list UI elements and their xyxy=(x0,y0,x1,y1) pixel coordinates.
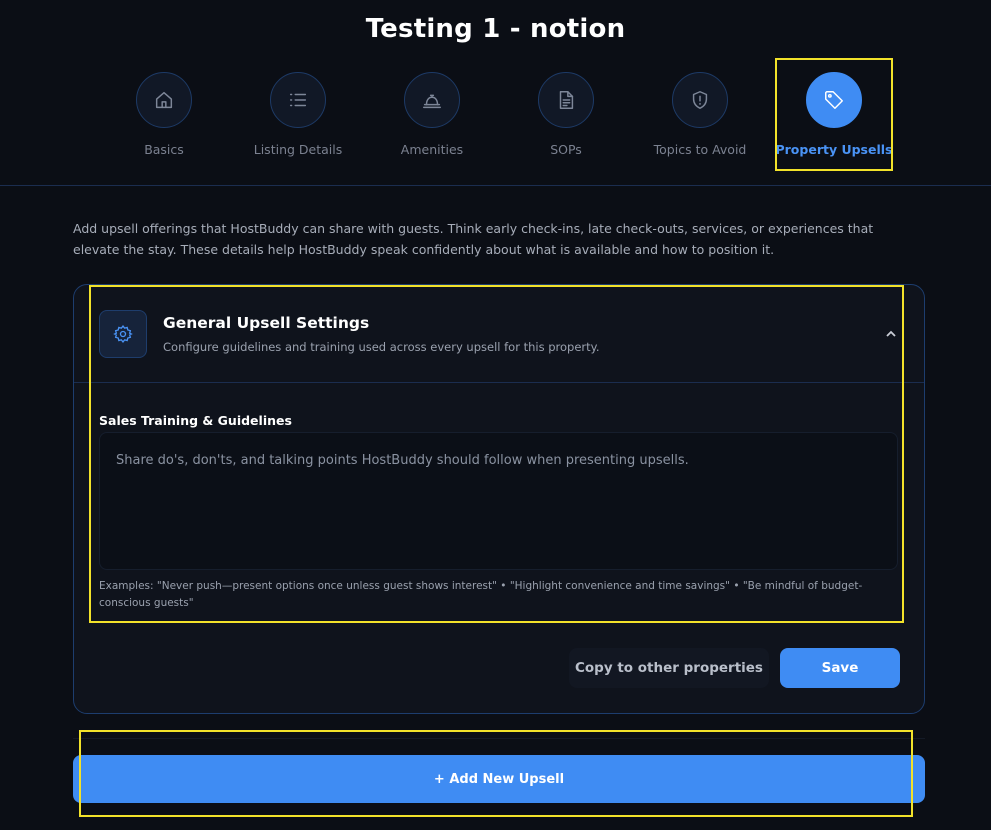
step-sops-label: SOPs xyxy=(550,142,582,157)
header-divider xyxy=(0,185,991,186)
highlight-box-add xyxy=(79,730,913,817)
bell-icon xyxy=(423,94,441,109)
document-icon xyxy=(559,91,574,109)
copy-to-other-properties-button[interactable]: Copy to other properties xyxy=(569,648,769,688)
highlight-box-settings xyxy=(89,285,904,623)
step-amenities-label: Amenities xyxy=(400,142,464,157)
highlight-box-step xyxy=(775,58,893,171)
intro-text: Add upsell offerings that HostBuddy can … xyxy=(73,221,874,257)
step-topics-circle xyxy=(672,72,728,128)
home-icon xyxy=(155,91,173,109)
shield-alert-icon xyxy=(692,91,708,109)
list-icon xyxy=(289,93,307,107)
page: Testing 1 - notion Basics Listing Detail… xyxy=(0,0,991,830)
general-upsell-settings-card: General Upsell Settings Configure guidel… xyxy=(73,284,925,714)
save-button[interactable]: Save xyxy=(780,648,900,688)
page-title: Testing 1 - notion xyxy=(365,14,626,44)
step-sops-circle xyxy=(538,72,594,128)
step-basics-label: Basics xyxy=(144,142,184,157)
step-basics[interactable]: Basics xyxy=(94,72,234,157)
step-listing-details[interactable]: Listing Details xyxy=(228,72,368,157)
step-listing-details-circle xyxy=(270,72,326,128)
step-sops[interactable]: SOPs xyxy=(496,72,636,157)
step-listing-details-label: Listing Details xyxy=(253,142,343,157)
step-topics-label: Topics to Avoid xyxy=(653,142,747,157)
step-amenities-circle xyxy=(404,72,460,128)
step-amenities[interactable]: Amenities xyxy=(362,72,502,157)
step-basics-circle xyxy=(136,72,192,128)
step-topics-to-avoid[interactable]: Topics to Avoid xyxy=(630,72,770,157)
